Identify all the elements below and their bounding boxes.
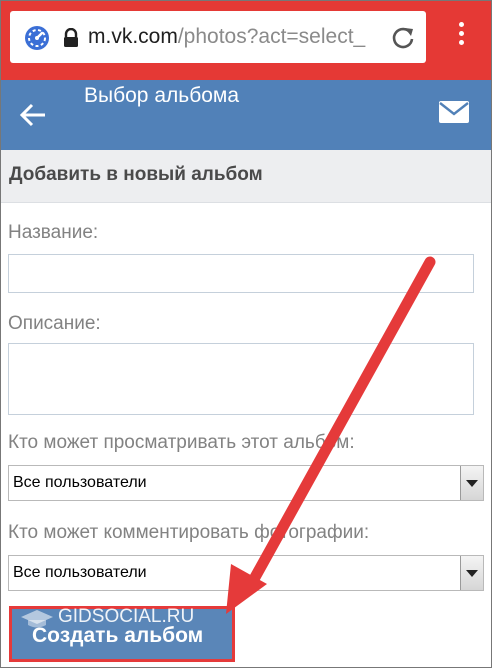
view-privacy-label: Кто может просматривать этот альбом: — [8, 432, 355, 453]
menu-icon[interactable] — [446, 22, 476, 58]
section-title: Добавить в новый альбом — [9, 164, 263, 185]
browser-toolbar: m.vk.com/photos?act=select_ — [0, 0, 492, 80]
album-name-input[interactable] — [8, 254, 474, 293]
app-header: Выбор альбома — [0, 80, 492, 150]
mail-icon[interactable] — [438, 99, 470, 125]
view-privacy-value: Все пользователи — [13, 474, 147, 491]
name-label: Название: — [8, 222, 99, 243]
url-text[interactable]: m.vk.com/photos?act=select_ — [88, 25, 365, 49]
reload-icon[interactable] — [390, 25, 416, 51]
comment-privacy-value: Все пользователи — [13, 564, 147, 581]
back-arrow-icon[interactable] — [18, 100, 48, 130]
page-title: Выбор альбома — [84, 84, 240, 107]
comment-privacy-label: Кто может комментировать фотографии: — [8, 522, 370, 543]
description-label: Описание: — [8, 313, 101, 334]
address-bar[interactable]: m.vk.com/photos?act=select_ — [10, 11, 426, 63]
album-description-input[interactable] — [8, 343, 474, 415]
speedometer-icon — [25, 26, 49, 50]
url-host: m.vk.com — [88, 25, 178, 48]
graduation-cap-icon — [21, 610, 53, 628]
chevron-down-icon[interactable] — [460, 556, 483, 590]
watermark: GIDSOCIAL.RU — [58, 606, 195, 627]
chevron-down-icon[interactable] — [460, 466, 483, 500]
url-path: /photos?act=select_ — [177, 25, 366, 48]
view-privacy-select[interactable]: Все пользователи — [8, 465, 484, 501]
comment-privacy-select[interactable]: Все пользователи — [8, 555, 484, 591]
section-header: Добавить в новый альбом — [0, 150, 492, 203]
lock-icon — [64, 28, 78, 47]
